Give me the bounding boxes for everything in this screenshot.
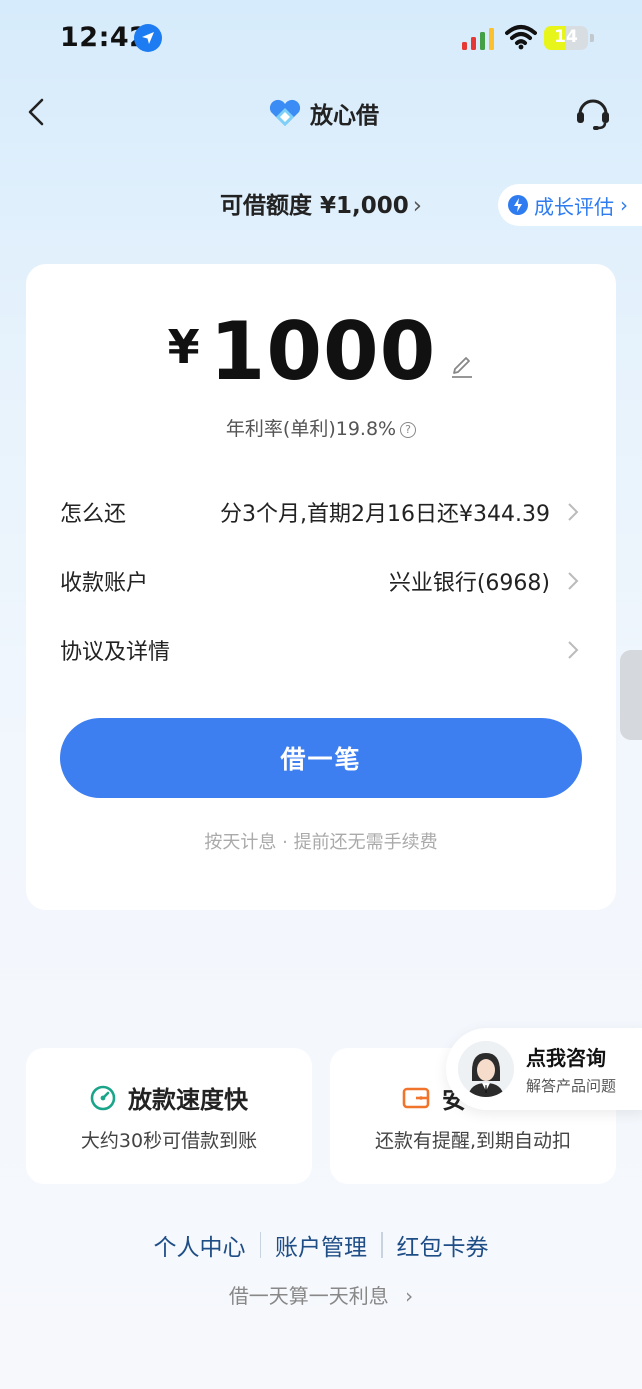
interest-rate: 年利率(单利)19.8%? <box>0 414 642 441</box>
agreement-details-row[interactable]: 协议及详情 <box>60 630 580 670</box>
borrow-button[interactable]: 借一笔 <box>60 718 582 798</box>
loan-amount-row: ¥ 1000 <box>0 312 642 392</box>
location-arrow-icon <box>134 24 162 52</box>
assistant-avatar <box>458 1041 514 1097</box>
receiving-account-label: 收款账户 <box>60 571 149 596</box>
speed-gauge-icon <box>90 1085 116 1110</box>
feature-card-fast: 放款速度快 大约30秒可借款到账 <box>26 1048 312 1184</box>
loan-amount[interactable]: 1000 <box>210 312 437 392</box>
consult-float-button[interactable]: 点我咨询 解答产品问题 <box>446 1028 642 1110</box>
repayment-plan-label: 怎么还 <box>60 502 127 527</box>
interest-rate-text: 年利率(单利)19.8% <box>225 418 397 440</box>
brand-name: 放心借 <box>310 103 379 129</box>
consult-subtitle: 解答产品问题 <box>526 1077 617 1095</box>
chevron-right-icon <box>568 503 579 521</box>
interest-promo-link[interactable]: 借一天算一天利息 › <box>0 1280 642 1309</box>
link-coupons[interactable]: 红包卡券 <box>397 1228 489 1262</box>
customer-service-icon[interactable] <box>574 94 612 132</box>
feature-subtitle: 还款有提醒,到期自动扣 <box>374 1130 572 1152</box>
back-button[interactable] <box>20 92 56 132</box>
currency-symbol: ¥ <box>167 320 200 374</box>
bottom-links: 个人中心 账户管理 红包卡券 <box>0 1228 642 1262</box>
wifi-icon <box>505 24 537 50</box>
repayment-plan-value: 分3个月,首期2月16日还¥344.39 <box>220 502 550 527</box>
repayment-plan-row[interactable]: 怎么还 分3个月,首期2月16日还¥344.39 <box>60 492 580 532</box>
cellular-signal-icon <box>462 28 496 50</box>
feature-subtitle: 大约30秒可借款到账 <box>80 1130 258 1152</box>
brand: 放心借 <box>268 96 379 130</box>
wallet-icon <box>402 1087 430 1108</box>
lightning-icon <box>508 195 528 215</box>
feature-title: 放款速度快 <box>128 1086 248 1114</box>
receiving-account-value: 兴业银行(6968) <box>388 571 550 596</box>
brand-logo-icon <box>269 99 301 126</box>
chevron-right-icon: › <box>412 193 422 219</box>
growth-assessment-button[interactable]: 成长评估 › <box>498 184 642 226</box>
credit-limit-text: 可借额度 ¥1,000 <box>220 193 409 219</box>
chevron-right-icon: › <box>620 193 628 217</box>
interest-promo-text: 借一天算一天利息 <box>228 1284 389 1308</box>
side-scroll-handle[interactable] <box>620 650 642 740</box>
growth-assessment-label: 成长评估 <box>534 194 614 219</box>
chevron-right-icon <box>568 641 579 659</box>
battery-level: 14 <box>554 27 578 47</box>
link-personal-center[interactable]: 个人中心 <box>154 1228 246 1262</box>
interest-note: 按天计息 · 提前还无需手续费 <box>204 832 438 853</box>
battery-indicator: 14 <box>544 26 594 50</box>
receiving-account-row[interactable]: 收款账户 兴业银行(6968) <box>60 561 580 601</box>
help-icon[interactable]: ? <box>400 421 417 438</box>
chevron-right-icon: › <box>405 1284 414 1308</box>
divider <box>381 1232 383 1258</box>
divider <box>259 1232 261 1258</box>
consult-title: 点我咨询 <box>526 1046 606 1070</box>
edit-icon[interactable] <box>450 352 474 378</box>
link-account-management[interactable]: 账户管理 <box>275 1228 367 1262</box>
agreement-details-label: 协议及详情 <box>60 640 171 665</box>
chevron-right-icon <box>568 572 579 590</box>
